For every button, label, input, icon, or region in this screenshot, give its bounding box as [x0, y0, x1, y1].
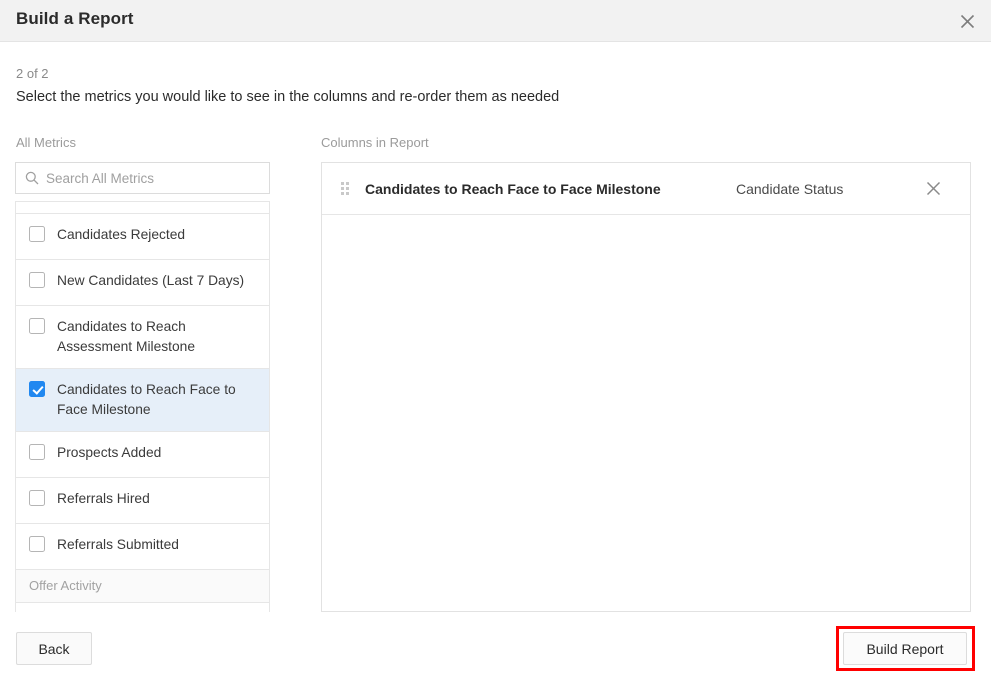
list-item[interactable]: Referrals Submitted [15, 523, 270, 569]
list-item-label: Candidates Rejected [57, 227, 186, 242]
list-item[interactable]: New Candidates (Last 7 Days) [15, 259, 270, 305]
checkbox[interactable] [29, 272, 45, 288]
build-a-report-modal: Build a Report 2 of 2 Select the metrics… [0, 0, 991, 682]
all-metrics-label: All Metrics [16, 135, 76, 150]
list-item[interactable]: Referrals Hired [15, 477, 270, 523]
search-icon [25, 171, 39, 185]
list-item-label: Candidates to Reach Face to Face Milesto… [57, 382, 236, 417]
list-item-label: Prospects Added [57, 445, 162, 460]
remove-column-icon[interactable] [922, 178, 944, 200]
all-metrics-list[interactable]: Candidates Rejected New Candidates (Last… [15, 201, 270, 612]
step-counter: 2 of 2 [16, 66, 49, 81]
search-all-metrics-field[interactable] [15, 162, 270, 194]
checkbox[interactable] [29, 226, 45, 242]
checkbox[interactable] [29, 536, 45, 552]
checkbox[interactable] [29, 318, 45, 334]
list-item-label: New Candidates (Last 7 Days) [57, 273, 245, 288]
list-item[interactable]: Prospects Added [15, 431, 270, 477]
columns-in-report-label: Columns in Report [321, 135, 429, 150]
close-icon[interactable] [955, 9, 979, 33]
column-meta: Candidate Status [736, 180, 844, 197]
page-title: Build a Report [16, 9, 134, 28]
checkbox[interactable] [29, 490, 45, 506]
column-row[interactable]: Candidates to Reach Face to Face Milesto… [322, 163, 970, 215]
list-item-partial[interactable] [15, 602, 270, 612]
drag-handle-icon[interactable] [341, 182, 349, 195]
list-item-label: Referrals Hired [57, 491, 150, 506]
close-icon-glyph [960, 14, 974, 28]
list-scroll-partial-row [15, 201, 270, 213]
search-input[interactable] [46, 164, 246, 192]
step-description: Select the metrics you would like to see… [16, 89, 560, 105]
column-name: Candidates to Reach Face to Face Milesto… [365, 180, 661, 197]
checkbox-checked[interactable] [29, 381, 45, 397]
checkbox[interactable] [29, 444, 45, 460]
build-report-button[interactable]: Build Report [843, 632, 967, 665]
modal-header: Build a Report [0, 0, 991, 42]
list-item-selected[interactable]: Candidates to Reach Face to Face Milesto… [15, 368, 270, 431]
back-button[interactable]: Back [16, 632, 92, 665]
list-item[interactable]: Candidates to Reach Assessment Milestone [15, 305, 270, 368]
list-item-label: Candidates to Reach Assessment Milestone [57, 319, 196, 354]
list-group-header: Offer Activity [15, 569, 270, 602]
list-item[interactable]: Candidates Rejected [15, 213, 270, 259]
list-item-label: Referrals Submitted [57, 537, 179, 552]
close-icon-glyph [926, 181, 940, 196]
columns-in-report-panel: Candidates to Reach Face to Face Milesto… [321, 162, 971, 612]
